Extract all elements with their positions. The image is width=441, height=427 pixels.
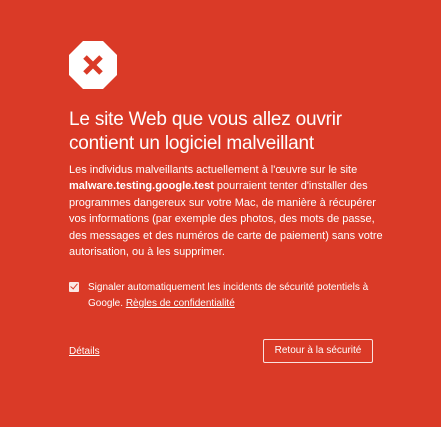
privacy-policy-link[interactable]: Règles de confidentialité (126, 298, 235, 309)
back-to-safety-button[interactable]: Retour à la sécurité (263, 339, 373, 363)
site-hostname: malware.testing.google.test (69, 180, 214, 193)
stop-x-icon (69, 41, 117, 89)
report-checkbox[interactable] (69, 282, 79, 292)
report-checkbox-row: Signaler automatiquement les incidents d… (69, 280, 389, 312)
details-link[interactable]: Détails (69, 346, 100, 358)
warning-description: Les individus malveillants actuellement … (69, 162, 385, 260)
description-lead: Les individus malveillants actuellement … (69, 164, 358, 176)
interstitial-page: Le site Web que vous allez ouvrir contie… (0, 0, 441, 427)
page-title: Le site Web que vous allez ouvrir contie… (69, 109, 342, 154)
report-checkbox-label: Signaler automatiquement les incidents d… (88, 280, 389, 312)
